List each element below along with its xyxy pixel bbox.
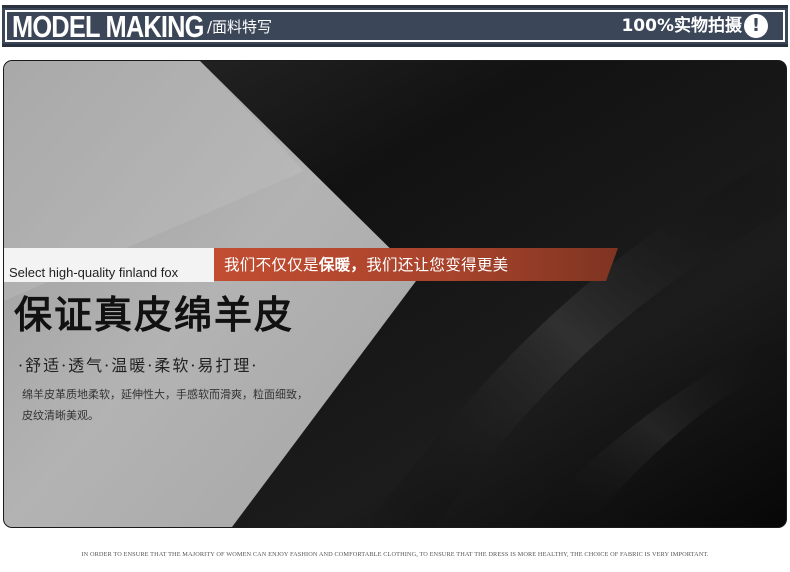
header-bar: MODEL MAKING /面料特写 100%实物拍摄 ! <box>2 5 788 47</box>
section-subtitle: /面料特写 <box>207 18 273 36</box>
slogan-english: Select high-quality finland fox <box>9 265 179 280</box>
slogan-banner: 我们不仅仅是保暖，我们还让您变得更美 <box>224 254 508 276</box>
description-line: 绵羊皮革质地柔软，延伸性大，手感软而滑爽，粒面细致， <box>22 388 308 401</box>
footer-note: IN ORDER TO ENSURE THAT THE MAJORITY OF … <box>81 551 709 558</box>
brand-title: MODEL MAKING <box>12 9 204 44</box>
headline: 保证真皮绵羊皮 <box>14 292 295 337</box>
banner-text-2: 我们还让您变得更美 <box>366 256 509 274</box>
real-photo-badge: 100%实物拍摄 <box>621 16 742 36</box>
description: 绵羊皮革质地柔软，延伸性大，手感软而滑爽，粒面细致， 皮纹清晰美观。 <box>22 384 352 426</box>
banner-text-1: 我们不仅仅是 <box>224 256 319 274</box>
banner-text-emphasis: 保暖， <box>318 256 367 274</box>
description-line: 皮纹清晰美观。 <box>22 409 99 422</box>
exclamation-icon: ! <box>744 14 768 38</box>
feature-list: ·舒适·透气·温暖·柔软·易打理· <box>18 356 259 375</box>
